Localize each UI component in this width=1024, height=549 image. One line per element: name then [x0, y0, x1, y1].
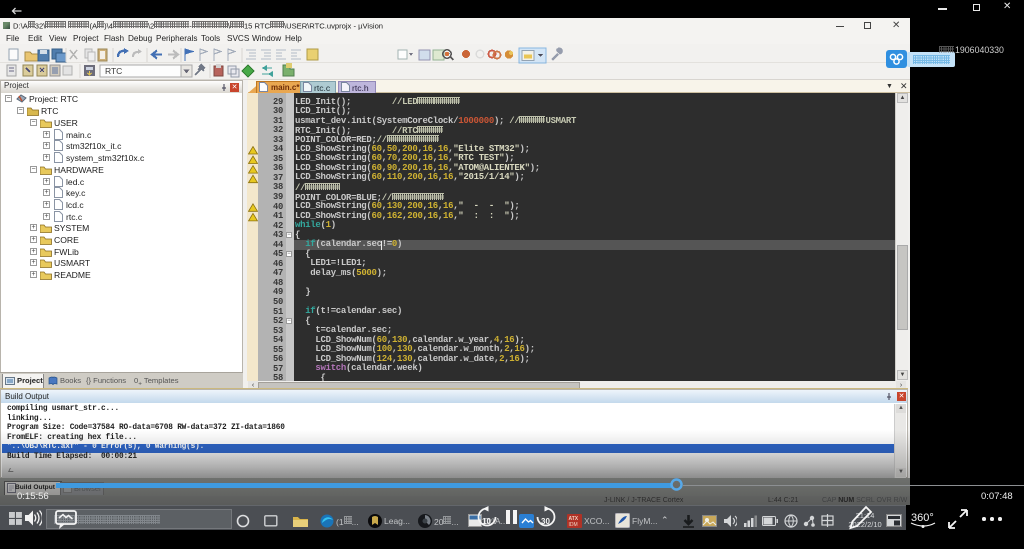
svg-text:10: 10 — [482, 517, 491, 526]
svg-text:IDM: IDM — [569, 522, 578, 528]
svg-text:RTC: RTC — [105, 66, 122, 76]
svg-text:30: 30 — [541, 517, 550, 526]
svg-text:360°: 360° — [911, 512, 934, 524]
